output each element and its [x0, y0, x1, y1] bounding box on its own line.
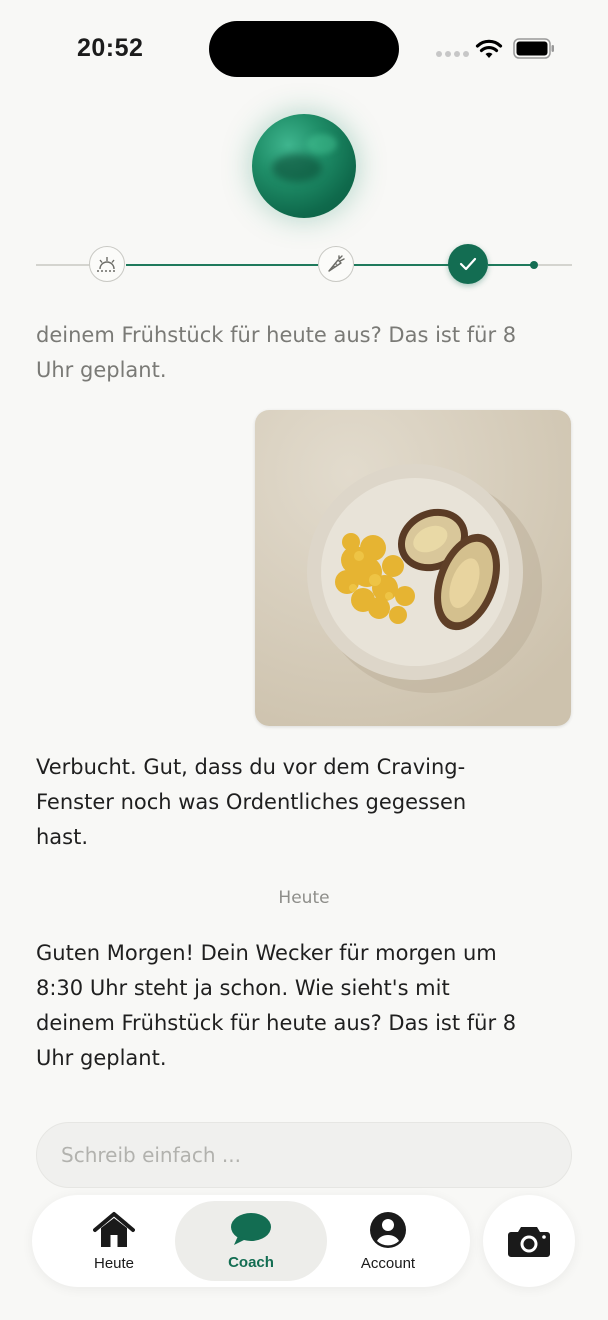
tab-heute[interactable]: Heute: [60, 1201, 168, 1281]
date-separator: Heute: [278, 888, 330, 908]
camera-button[interactable]: [483, 1195, 575, 1287]
timeline-step-wake[interactable]: [89, 246, 125, 282]
wifi-icon: [475, 39, 503, 58]
tab-account[interactable]: Account: [337, 1201, 439, 1281]
check-icon: [459, 257, 477, 271]
sunrise-icon: [97, 257, 117, 272]
meal-photo[interactable]: [255, 410, 571, 726]
coach-message-previous: deinem Frühstück für heute aus? Das ist …: [36, 323, 517, 382]
timeline-step-meal[interactable]: [318, 246, 354, 282]
coach-message-morning: Guten Morgen! Dein Wecker für morgen um …: [36, 941, 517, 1070]
dynamic-island: [209, 21, 399, 77]
tab-label-heute: Heute: [93, 1254, 135, 1272]
message-input[interactable]: [37, 1123, 571, 1187]
battery-icon: [513, 38, 554, 59]
status-bar: 20:52: [0, 0, 608, 100]
tab-bar: Heute Coach Account: [32, 1195, 470, 1287]
timeline-track: [36, 264, 92, 266]
breakfast-plate-image: [255, 410, 571, 726]
tab-label-account: Account: [360, 1254, 416, 1272]
message-composer: [36, 1122, 572, 1188]
user-icon: [370, 1211, 406, 1248]
timeline-progress: [126, 264, 318, 266]
coach-message-logged: Verbucht. Gut, dass du vor dem Craving- …: [36, 755, 467, 849]
camera-icon: [508, 1227, 550, 1257]
cellular-signal-icon: [436, 51, 469, 57]
timeline-track: [538, 264, 572, 266]
timeline-progress: [354, 264, 452, 266]
status-time: 20:52: [77, 34, 144, 62]
home-icon: [93, 1211, 135, 1247]
timeline-step-done[interactable]: [448, 244, 488, 284]
timeline-endpoint: [530, 261, 538, 269]
coach-avatar-orb: [252, 114, 356, 218]
tab-coach[interactable]: Coach: [175, 1201, 327, 1281]
carrot-icon: [328, 255, 345, 272]
day-timeline: [36, 240, 572, 288]
chat-bubble-icon: [231, 1212, 271, 1245]
timeline-progress: [488, 264, 534, 266]
tab-label-coach: Coach: [228, 1253, 274, 1271]
